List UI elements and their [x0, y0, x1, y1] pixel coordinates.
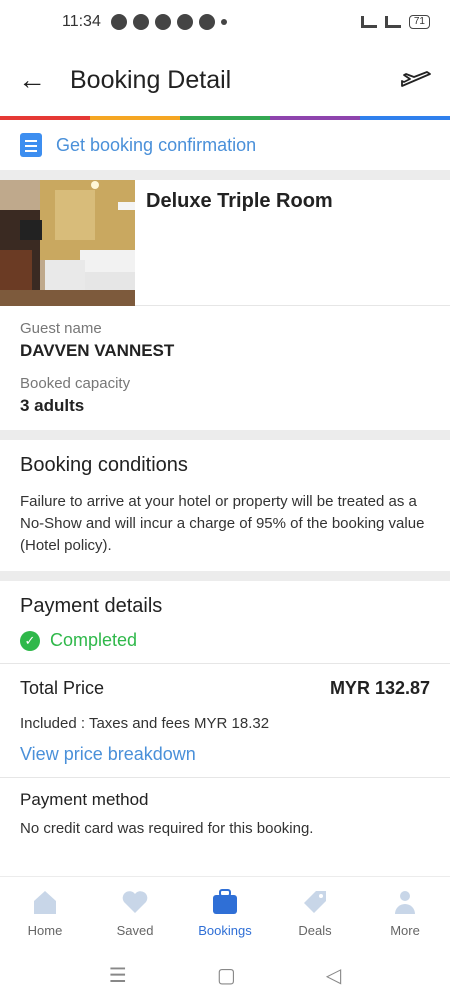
tag-icon	[304, 891, 326, 913]
total-price-row: Total Price MYR 132.87	[20, 678, 430, 699]
guest-name: DAVVEN VANNEST	[20, 341, 175, 360]
messenger-icon	[132, 14, 149, 30]
rainbow-red	[0, 116, 90, 120]
page-title: Booking Detail	[70, 65, 232, 94]
status-bar: 11:34 71	[0, 0, 450, 44]
confirmation-label: Get booking confirmation	[56, 134, 257, 155]
nav-home-label: Home	[27, 923, 63, 938]
home-button-icon[interactable]: ▢	[217, 963, 236, 988]
rainbow-blue	[360, 116, 450, 120]
status-text: Completed	[50, 630, 138, 650]
total-price-label: Total Price	[20, 678, 105, 698]
briefcase-icon	[213, 889, 237, 914]
rainbow-orange	[90, 116, 180, 120]
telegram-icon	[110, 14, 127, 30]
conditions-title: Booking conditions	[20, 454, 188, 476]
youtube-icon	[198, 14, 215, 30]
room-image	[0, 180, 135, 306]
bottom-navigation: Home Saved Bookings Deals More	[0, 876, 450, 950]
section-separator	[0, 571, 450, 581]
room-name: Deluxe Triple Room	[146, 190, 333, 212]
plane-icon[interactable]	[400, 68, 432, 92]
nav-saved-label: Saved	[116, 923, 154, 938]
recent-apps-icon[interactable]: ☰	[109, 963, 127, 988]
tiktok-icon	[176, 14, 193, 30]
system-navigation: ☰ ▢ ◁	[0, 950, 450, 1000]
conditions-text: Failure to arrive at your hotel or prope…	[20, 493, 425, 554]
payment-method: Payment method No credit card was requir…	[0, 778, 450, 851]
battery-icon: 71	[408, 15, 430, 29]
back-arrow-icon[interactable]: ←	[18, 64, 54, 96]
guest-name-label: Guest name	[20, 320, 102, 337]
booking-conditions: Booking conditions Failure to arrive at …	[0, 440, 450, 571]
capacity-label: Booked capacity	[20, 375, 131, 392]
section-separator	[0, 430, 450, 440]
section-separator	[0, 170, 450, 180]
rainbow-green	[180, 116, 270, 120]
rainbow-purple	[270, 116, 360, 120]
nav-saved[interactable]: Saved	[90, 877, 180, 950]
nav-deals-label: Deals	[298, 923, 332, 938]
booking-confirmation-link[interactable]: Get booking confirmation	[0, 120, 450, 170]
check-circle-icon: ✓	[20, 630, 40, 651]
nav-deals[interactable]: Deals	[270, 877, 360, 950]
rainbow-divider	[0, 116, 450, 120]
room-card: Deluxe Triple Room	[0, 180, 450, 306]
room-photo	[0, 180, 135, 306]
heart-icon	[122, 891, 148, 913]
guest-info: Guest name DAVVEN VANNEST Booked capacit…	[0, 306, 450, 430]
payment-method-title: Payment method	[20, 790, 149, 809]
payment-title: Payment details	[20, 595, 163, 617]
nav-bookings-label: Bookings	[198, 923, 252, 938]
document-icon	[20, 133, 42, 157]
capacity-value: 3 adults	[20, 396, 85, 415]
back-button-icon[interactable]: ◁	[326, 963, 341, 988]
system-status: 71	[360, 15, 430, 29]
app-bar: ← Booking Detail	[0, 44, 450, 116]
signal-icon	[384, 16, 401, 28]
total-price-value: MYR 132.87	[329, 678, 430, 698]
nav-more[interactable]: More	[360, 877, 450, 950]
nav-bookings[interactable]: Bookings	[180, 877, 270, 950]
view-price-breakdown-link[interactable]: View price breakdown	[20, 744, 430, 765]
nav-more-label: More	[390, 923, 420, 938]
payment-method-text: No credit card was required for this boo…	[20, 820, 314, 837]
payment-status: ✓ Completed	[20, 630, 430, 651]
home-icon	[34, 891, 56, 914]
more-notifications-icon	[220, 19, 227, 25]
person-icon	[395, 891, 415, 914]
wifi-icon	[360, 16, 377, 28]
price-section: Total Price MYR 132.87 Included : Taxes …	[0, 664, 450, 777]
status-time: 11:34	[62, 13, 101, 30]
nav-home[interactable]: Home	[0, 877, 90, 950]
facebook-icon	[154, 14, 171, 30]
taxes-included: Included : Taxes and fees MYR 18.32	[20, 715, 270, 732]
payment-details: Payment details ✓ Completed	[0, 581, 450, 663]
notification-icons	[110, 14, 227, 30]
